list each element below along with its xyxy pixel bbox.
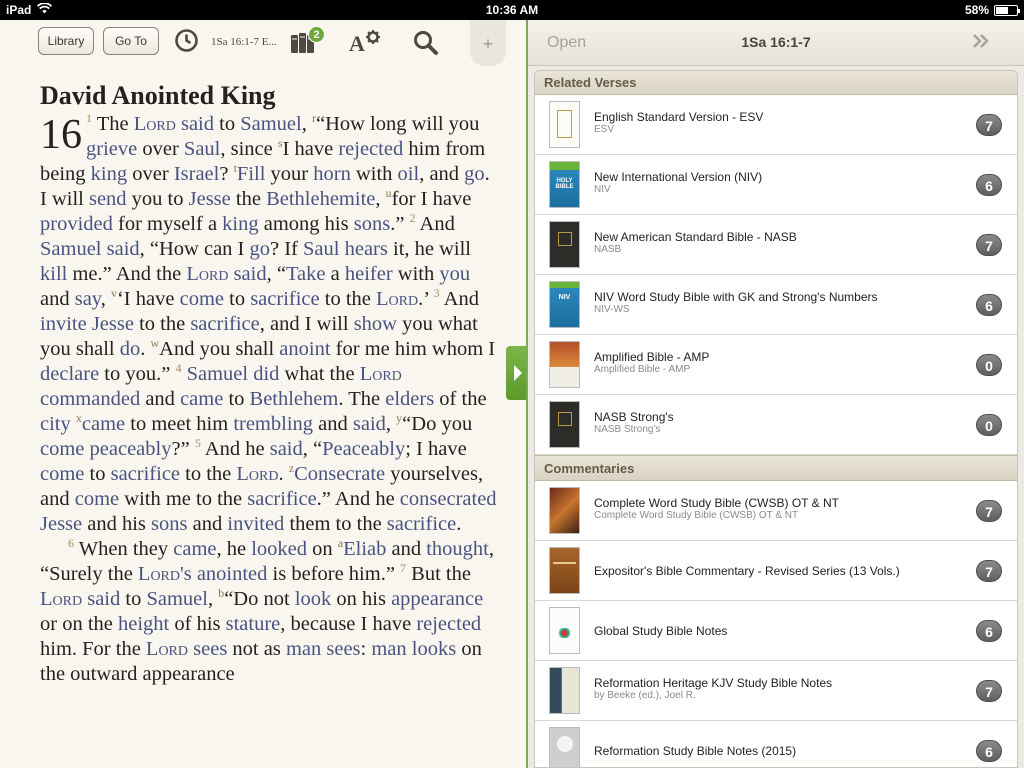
chapter-number: 16 [40, 112, 82, 158]
item-title: New International Version (NIV) [594, 170, 763, 184]
section-header-related-verses: Related Verses [535, 71, 1017, 95]
count-badge: 6 [976, 620, 1002, 642]
books-count-badge: 2 [308, 26, 325, 43]
book-cover-global-study [549, 607, 580, 654]
search-icon[interactable] [413, 30, 439, 61]
list-item[interactable]: Global Study Bible Notes 6 [535, 601, 1017, 661]
text-settings-icon[interactable]: A [349, 29, 381, 60]
count-badge: 6 [976, 740, 1002, 762]
section-header-commentaries: Commentaries [535, 455, 1017, 481]
current-reference[interactable]: 1Sa 16:1-7 E... [211, 36, 277, 48]
book-cover-niv: HOLY BIBLE [549, 161, 580, 208]
book-cover-niv-ws: NIV [549, 281, 580, 328]
book-cover-reformation-study [549, 727, 580, 767]
list-item[interactable]: English Standard Version - ESV ESV 7 [535, 95, 1017, 155]
passage-text: 16 1 The Lord said to Samuel, r“How long… [40, 111, 497, 685]
list-item[interactable]: Reformation Study Bible Notes (2015) 6 [535, 721, 1017, 767]
item-subtitle: NIV-WS [594, 304, 630, 315]
item-subtitle: NASB Strong's [594, 424, 661, 435]
list-item[interactable]: NIV NIV Word Study Bible with GK and Str… [535, 275, 1017, 335]
item-title: Expositor's Bible Commentary - Revised S… [594, 564, 900, 578]
resources-title: 1Sa 16:1-7 [741, 34, 811, 50]
count-badge: 7 [976, 234, 1002, 256]
reader-toolbar: Library Go To 1Sa 16:1-7 E... 2 A + [0, 20, 528, 66]
item-title: NASB Strong's [594, 410, 674, 424]
clock: 10:36 AM [485, 3, 539, 17]
resources-list: Related Verses English Standard Version … [534, 70, 1018, 768]
passage-heading: David Anointed King [40, 81, 276, 110]
add-tab-button[interactable]: + [470, 20, 506, 66]
battery-icon [994, 4, 1020, 16]
count-badge: 6 [976, 174, 1002, 196]
item-title: Amplified Bible - AMP [594, 350, 710, 364]
list-item[interactable]: NASB Strong's NASB Strong's 0 [535, 395, 1017, 455]
list-item[interactable]: Reformation Heritage KJV Study Bible Not… [535, 661, 1017, 721]
item-title: English Standard Version - ESV [594, 110, 764, 124]
item-title: Reformation Heritage KJV Study Bible Not… [594, 676, 833, 690]
item-subtitle: Complete Word Study Bible (CWSB) OT & NT [594, 510, 799, 521]
expand-panel-handle[interactable] [506, 346, 528, 400]
count-badge: 0 [976, 354, 1002, 376]
book-cover-nasb-strongs [549, 401, 580, 448]
list-item[interactable]: Expositor's Bible Commentary - Revised S… [535, 541, 1017, 601]
book-cover-reformation-heritage [549, 667, 580, 714]
count-badge: 7 [976, 680, 1002, 702]
item-subtitle: Amplified Bible - AMP [594, 364, 691, 375]
list-item[interactable]: HOLY BIBLE New International Version (NI… [535, 155, 1017, 215]
svg-text:A: A [349, 31, 365, 55]
item-title: Global Study Bible Notes [594, 624, 728, 638]
book-cover-cwsb [549, 487, 580, 534]
reader-pane: Library Go To 1Sa 16:1-7 E... 2 A + Davi… [0, 20, 528, 768]
library-button[interactable]: Library [38, 27, 94, 55]
item-title: Reformation Study Bible Notes (2015) [594, 744, 797, 758]
count-badge: 7 [976, 500, 1002, 522]
item-subtitle: by Beeke (ed.), Joel R. [594, 690, 696, 701]
count-badge: 7 [976, 114, 1002, 136]
count-badge: 0 [976, 414, 1002, 436]
list-item[interactable]: New American Standard Bible - NASB NASB … [535, 215, 1017, 275]
status-bar: iPad 10:36 AM 58% [0, 0, 1024, 20]
count-badge: 6 [976, 294, 1002, 316]
item-title: Complete Word Study Bible (CWSB) OT & NT [594, 496, 839, 510]
count-badge: 7 [976, 560, 1002, 582]
bible-text: David Anointed King 16 1 The Lord said t… [40, 80, 500, 748]
item-title: New American Standard Bible - NASB [594, 230, 797, 244]
resources-header: Open 1Sa 16:1-7 [528, 20, 1024, 66]
item-subtitle: ESV [594, 124, 615, 135]
resources-pane: Open 1Sa 16:1-7 Related Verses English S… [528, 20, 1024, 768]
goto-button[interactable]: Go To [103, 27, 159, 55]
battery-percent: 58% [964, 3, 989, 17]
item-subtitle: NIV [594, 184, 611, 195]
collapse-panel-icon[interactable] [972, 32, 990, 55]
book-cover-nasb [549, 221, 580, 268]
book-cover-amp [549, 341, 580, 388]
item-subtitle: NASB [594, 244, 622, 255]
list-item[interactable]: Complete Word Study Bible (CWSB) OT & NT… [535, 481, 1017, 541]
list-item[interactable]: Amplified Bible - AMP Amplified Bible - … [535, 335, 1017, 395]
book-cover-expositors [549, 547, 580, 594]
book-cover-esv [549, 101, 580, 148]
history-icon[interactable] [174, 28, 199, 58]
item-title: NIV Word Study Bible with GK and Strong'… [594, 290, 878, 304]
